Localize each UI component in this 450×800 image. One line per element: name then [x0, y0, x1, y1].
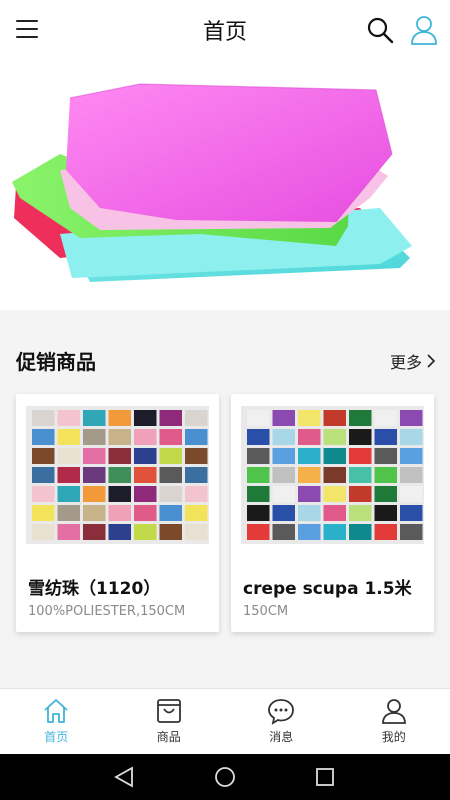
bottom-tab-bar: 首页 商品 消息 我的	[0, 688, 450, 754]
search-icon[interactable]	[366, 16, 394, 44]
fabric-stack-image	[12, 83, 412, 282]
promo-section-header: 促销商品 更多	[0, 330, 450, 390]
back-icon[interactable]	[112, 765, 136, 789]
tab-label: 首页	[44, 730, 69, 744]
home-circle-icon[interactable]	[213, 765, 237, 789]
tab-home[interactable]: 首页	[0, 689, 113, 754]
product-card[interactable]: 雪纺珠（1120） 100%POLIESTER,150CM	[16, 394, 219, 632]
tab-label: 我的	[381, 730, 406, 744]
tab-label: 消息	[269, 730, 294, 744]
home-icon	[44, 699, 68, 723]
more-label: 更多	[389, 353, 422, 372]
more-link[interactable]: 更多	[390, 349, 436, 373]
product-card[interactable]: crepe scupa 1.5米 150CM	[231, 394, 434, 632]
product-image	[241, 406, 424, 544]
tab-mine[interactable]: 我的	[338, 689, 450, 754]
product-name: 雪纺珠（1120）	[28, 579, 161, 599]
app-header: 首页	[0, 0, 450, 58]
system-navigation-bar	[0, 754, 450, 800]
user-icon	[381, 699, 406, 724]
recent-apps-icon[interactable]	[313, 765, 337, 789]
product-description: 100%POLIESTER,150CM	[28, 604, 186, 619]
tab-messages[interactable]: 消息	[225, 689, 338, 754]
product-name: crepe scupa 1.5米	[243, 579, 412, 599]
chevron-right-icon	[427, 354, 436, 368]
user-profile-icon[interactable]	[410, 15, 438, 45]
hero-banner[interactable]	[0, 58, 450, 310]
section-title: 促销商品	[16, 350, 96, 374]
product-description: 150CM	[243, 604, 289, 619]
tab-products[interactable]: 商品	[113, 689, 226, 754]
shopping-bag-icon	[156, 699, 181, 723]
product-image	[26, 406, 209, 544]
tab-label: 商品	[156, 730, 181, 744]
chat-bubble-icon	[268, 699, 295, 725]
